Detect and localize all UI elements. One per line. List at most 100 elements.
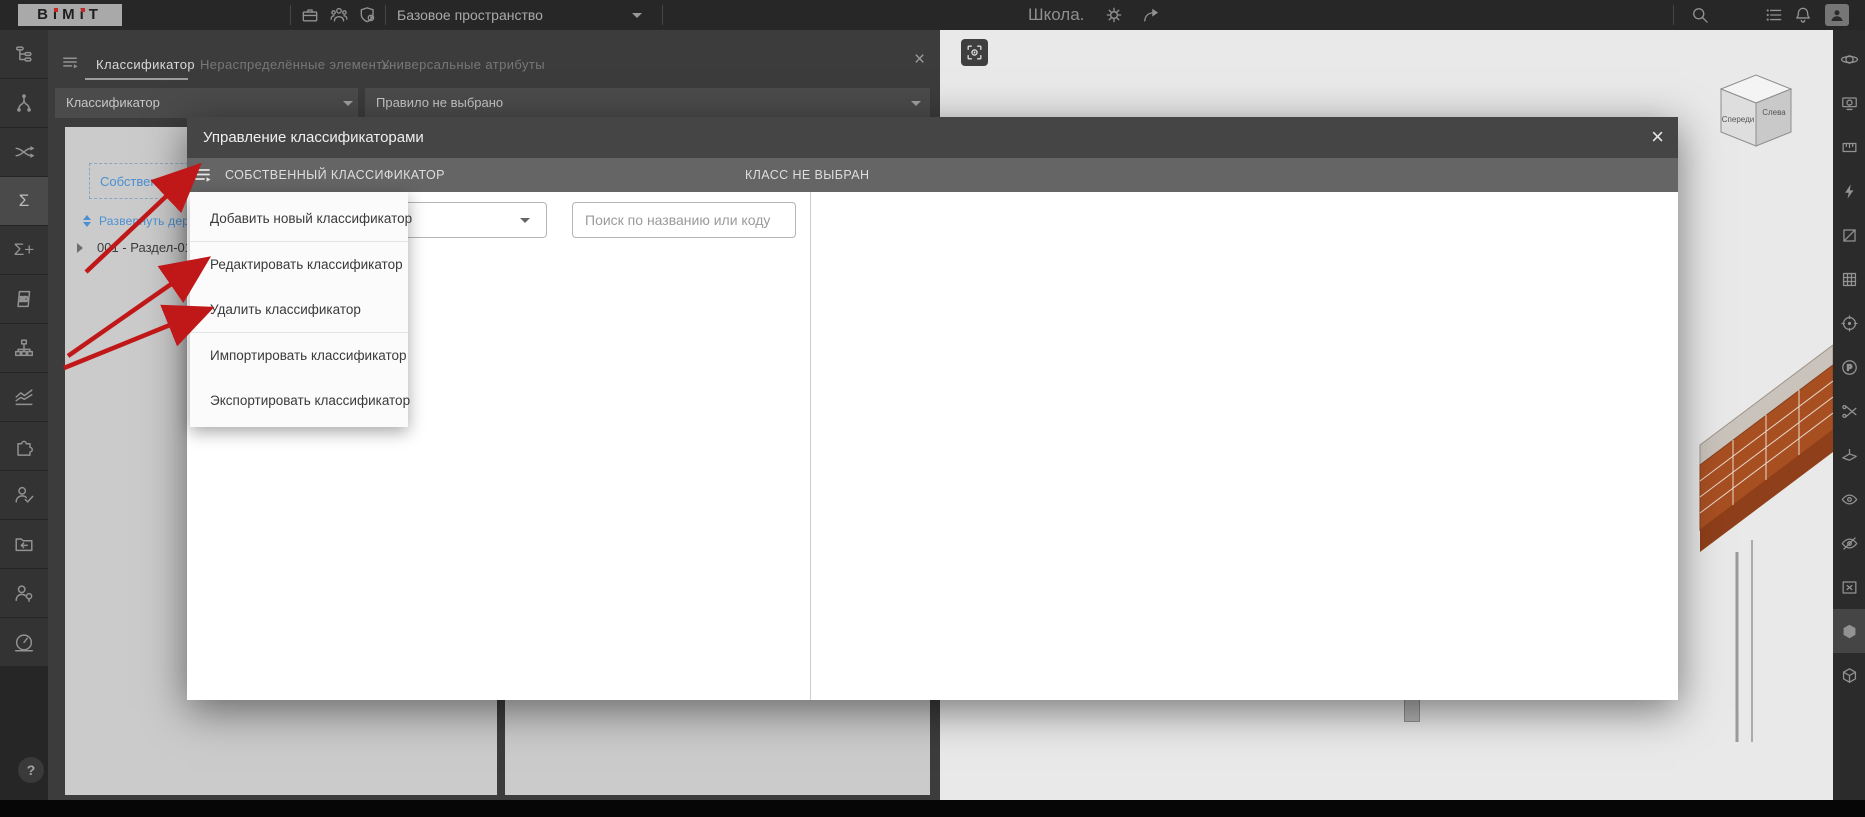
classifier-search-input[interactable] <box>572 202 796 238</box>
panel-close-button[interactable]: × <box>914 50 925 69</box>
tool-hide[interactable] <box>1833 521 1865 565</box>
tool-hide-image[interactable] <box>1833 565 1865 609</box>
tool-2d-docs[interactable]: 2D <box>0 275 48 323</box>
divider <box>385 5 386 25</box>
divider <box>662 5 663 25</box>
menu-item-delete-classifier[interactable]: Удалить классификатор <box>190 287 408 332</box>
tool-folder-transfer[interactable] <box>0 520 48 568</box>
notifications-button[interactable] <box>1793 5 1813 30</box>
expand-tree-control[interactable]: Развернуть дер <box>83 214 189 228</box>
eye-icon <box>1841 494 1857 504</box>
expand-collapse-icon <box>83 215 91 227</box>
cube-icon <box>1843 624 1855 638</box>
tab-classifier[interactable]: Классификатор <box>96 52 195 78</box>
focus-target-icon <box>967 45 982 60</box>
image-off-icon <box>1842 580 1856 594</box>
chevron-down-icon <box>343 101 353 106</box>
rule-dropdown[interactable]: Правило не выбрано <box>365 88 930 118</box>
tool-user-location[interactable] <box>0 569 48 617</box>
menu-item-export-classifier[interactable]: Экспортировать классификатор <box>190 378 410 423</box>
tool-aggregation[interactable]: Σ <box>0 177 48 225</box>
panel-menu-button[interactable] <box>61 53 80 77</box>
target-icon <box>1840 314 1858 332</box>
security-button[interactable] <box>358 5 378 30</box>
tool-measure[interactable] <box>1833 125 1865 169</box>
project-settings-button[interactable] <box>1104 5 1124 30</box>
parking-icon: P <box>1841 359 1857 375</box>
active-tab-underline <box>85 78 188 80</box>
projects-button[interactable] <box>300 5 320 30</box>
share-icon <box>1144 8 1159 22</box>
search-button[interactable] <box>1690 5 1710 30</box>
classifier-dropdown-value: Классификатор <box>66 95 160 110</box>
tool-org-chart[interactable] <box>0 324 48 372</box>
tool-section-cut[interactable] <box>1833 389 1865 433</box>
expand-tree-label: Развернуть дер <box>99 214 190 228</box>
classifier-actions-menu-button[interactable] <box>193 165 213 190</box>
tool-plugins[interactable] <box>0 422 48 470</box>
chevron-down-icon[interactable] <box>632 13 642 18</box>
sigma-icon: Σ <box>18 191 30 210</box>
gear-icon <box>1106 7 1122 23</box>
tab-universal-attributes[interactable]: Универсальные атрибуты <box>381 52 545 78</box>
user-check-icon <box>15 486 34 503</box>
tool-quick-actions[interactable] <box>1833 169 1865 213</box>
structure-tree-icon <box>15 46 32 62</box>
tool-aggregation-add[interactable]: Σ+ <box>0 226 48 274</box>
trend-chart-icon <box>15 389 33 406</box>
modal-title: Управление классификаторами <box>203 129 424 146</box>
tool-model-settings[interactable] <box>1833 653 1865 697</box>
tab-unassigned-elements[interactable]: Нераспределённые элементы <box>200 52 392 78</box>
tool-connections[interactable] <box>0 79 48 127</box>
team-icon <box>330 7 348 22</box>
top-bar: BiMiT Базовое пространство Школа. <box>0 0 1865 31</box>
chevron-down-icon <box>911 101 921 106</box>
tool-grid[interactable] <box>1833 257 1865 301</box>
menu-item-add-classifier[interactable]: Добавить новый классификатор <box>190 196 412 241</box>
menu-item-edit-classifier[interactable]: Редактировать классификатор <box>190 242 408 287</box>
tool-trend-charts[interactable] <box>0 373 48 421</box>
lightning-icon <box>1844 183 1853 199</box>
svg-text:2D: 2D <box>19 294 28 303</box>
tasks-list-button[interactable] <box>1764 5 1784 30</box>
user-location-icon <box>15 585 33 602</box>
notifications-icon <box>1796 7 1810 23</box>
puzzle-icon <box>17 440 33 456</box>
focus-selection-button[interactable] <box>961 39 988 66</box>
tool-user-approvals[interactable] <box>0 471 48 519</box>
tree-row[interactable]: 001 - Раздел-01 <box>77 240 192 255</box>
team-button[interactable] <box>329 5 349 30</box>
left-toolbar: Σ Σ+ 2D <box>0 30 48 800</box>
nav-cube-front-label[interactable]: Спереди <box>1722 115 1754 124</box>
tool-screen-cube[interactable] <box>1833 81 1865 125</box>
ruler-icon <box>1842 142 1856 152</box>
tool-structure-tree[interactable] <box>0 30 48 78</box>
branch-icon <box>17 94 31 112</box>
workspace-selector[interactable]: Базовое пространство <box>397 0 543 30</box>
app-window: BiMiT Базовое пространство Школа. Σ Σ+ 2… <box>0 0 1865 817</box>
account-button[interactable] <box>1825 4 1849 26</box>
tool-relations[interactable] <box>0 128 48 176</box>
modal-panel-divider <box>810 192 811 700</box>
tool-section-box[interactable] <box>1833 213 1865 257</box>
tool-target-point[interactable] <box>1833 301 1865 345</box>
project-title: Школа. <box>1028 5 1085 24</box>
tool-dashboard[interactable] <box>0 618 48 666</box>
menu-list-icon <box>1766 9 1782 21</box>
nav-cube-side-label[interactable]: Слева <box>1762 108 1786 117</box>
navigation-cube[interactable]: Спереди Слева <box>1710 72 1802 152</box>
chevron-down-icon <box>520 218 530 223</box>
tool-parking[interactable]: P <box>1833 345 1865 389</box>
tool-orbit[interactable] <box>1833 37 1865 81</box>
modal-close-button[interactable]: × <box>1651 126 1664 148</box>
tool-model-view[interactable] <box>1833 609 1865 653</box>
menu-item-import-classifier[interactable]: Импортировать классификатор <box>190 333 408 378</box>
folder-transfer-icon <box>15 538 33 552</box>
section-box-icon <box>1842 228 1856 242</box>
classifier-actions-menu: Добавить новый классификатор Редактирова… <box>190 192 412 427</box>
share-button[interactable] <box>1141 5 1161 30</box>
tool-show[interactable] <box>1833 477 1865 521</box>
help-button[interactable]: ? <box>18 757 44 783</box>
classifier-dropdown[interactable]: Классификатор <box>55 88 358 118</box>
tool-clip-plane[interactable] <box>1833 433 1865 477</box>
